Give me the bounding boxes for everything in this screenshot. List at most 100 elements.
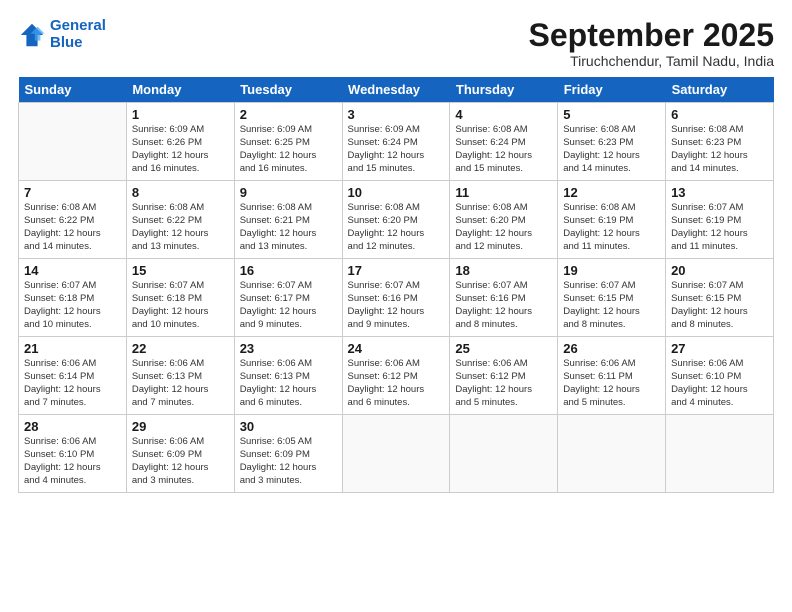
day-cell: 14 Sunrise: 6:07 AM Sunset: 6:18 PM Dayli… — [19, 259, 127, 337]
day-cell: 11 Sunrise: 6:08 AM Sunset: 6:20 PM Dayli… — [450, 181, 558, 259]
day-info: Sunrise: 6:06 AM Sunset: 6:13 PM Dayligh… — [132, 358, 229, 409]
day-info: Sunrise: 6:06 AM Sunset: 6:10 PM Dayligh… — [24, 436, 121, 487]
day-cell: 23Sunrise: 6:06 AM Sunset: 6:13 PM Dayli… — [234, 337, 342, 415]
day-cell: 7 Sunrise: 6:08 AM Sunset: 6:22 PM Daylig… — [19, 181, 127, 259]
day-info: Sunrise: 6:07 AM Sunset: 6:15 PM Dayligh… — [671, 280, 768, 331]
day-info: Sunrise: 6:08 AM Sunset: 6:20 PM Dayligh… — [455, 202, 552, 253]
day-cell: 16 Sunrise: 6:07 AM Sunset: 6:17 PM Dayli… — [234, 259, 342, 337]
day-info: Sunrise: 6:07 AM Sunset: 6:18 PM Dayligh… — [24, 280, 121, 331]
day-number: 23 — [240, 341, 337, 356]
day-number: 5 — [563, 107, 660, 122]
day-cell: 15Sunrise: 6:07 AM Sunset: 6:18 PM Dayli… — [126, 259, 234, 337]
day-cell: 12 Sunrise: 6:08 AM Sunset: 6:19 PM Dayli… — [558, 181, 666, 259]
day-info: Sunrise: 6:06 AM Sunset: 6:12 PM Dayligh… — [455, 358, 552, 409]
col-monday: Monday — [126, 77, 234, 103]
day-info: Sunrise: 6:06 AM Sunset: 6:14 PM Dayligh… — [24, 358, 121, 409]
day-cell: 2Sunrise: 6:09 AM Sunset: 6:25 PM Daylig… — [234, 103, 342, 181]
day-info: Sunrise: 6:08 AM Sunset: 6:22 PM Dayligh… — [132, 202, 229, 253]
day-number: 12 — [563, 185, 660, 200]
day-cell — [558, 415, 666, 493]
day-info: Sunrise: 6:08 AM Sunset: 6:23 PM Dayligh… — [563, 124, 660, 175]
logo-icon — [18, 21, 46, 49]
day-info: Sunrise: 6:07 AM Sunset: 6:16 PM Dayligh… — [348, 280, 445, 331]
day-cell: 5 Sunrise: 6:08 AM Sunset: 6:23 PM Daylig… — [558, 103, 666, 181]
day-number: 30 — [240, 419, 337, 434]
day-number: 11 — [455, 185, 552, 200]
day-info: Sunrise: 6:08 AM Sunset: 6:20 PM Dayligh… — [348, 202, 445, 253]
day-info: Sunrise: 6:07 AM Sunset: 6:16 PM Dayligh… — [455, 280, 552, 331]
day-cell: 4 Sunrise: 6:08 AM Sunset: 6:24 PM Daylig… — [450, 103, 558, 181]
location: Tiruchchendur, Tamil Nadu, India — [529, 53, 774, 69]
day-number: 6 — [671, 107, 768, 122]
col-friday: Friday — [558, 77, 666, 103]
col-tuesday: Tuesday — [234, 77, 342, 103]
day-info: Sunrise: 6:06 AM Sunset: 6:12 PM Dayligh… — [348, 358, 445, 409]
day-cell: 20Sunrise: 6:07 AM Sunset: 6:15 PM Dayli… — [666, 259, 774, 337]
day-number: 25 — [455, 341, 552, 356]
day-cell: 27 Sunrise: 6:06 AM Sunset: 6:10 PM Dayli… — [666, 337, 774, 415]
day-number: 4 — [455, 107, 552, 122]
day-info: Sunrise: 6:09 AM Sunset: 6:24 PM Dayligh… — [348, 124, 445, 175]
day-number: 21 — [24, 341, 121, 356]
day-info: Sunrise: 6:07 AM Sunset: 6:19 PM Dayligh… — [671, 202, 768, 253]
logo-general: General — [50, 17, 106, 34]
col-thursday: Thursday — [450, 77, 558, 103]
day-number: 7 — [24, 185, 121, 200]
day-number: 17 — [348, 263, 445, 278]
day-info: Sunrise: 6:09 AM Sunset: 6:25 PM Dayligh… — [240, 124, 337, 175]
day-info: Sunrise: 6:08 AM Sunset: 6:21 PM Dayligh… — [240, 202, 337, 253]
week-row-3: 14 Sunrise: 6:07 AM Sunset: 6:18 PM Dayli… — [19, 259, 774, 337]
header-row: Sunday Monday Tuesday Wednesday Thursday… — [19, 77, 774, 103]
day-number: 26 — [563, 341, 660, 356]
day-cell: 17 Sunrise: 6:07 AM Sunset: 6:16 PM Dayli… — [342, 259, 450, 337]
logo-text: General Blue — [50, 18, 106, 51]
day-number: 3 — [348, 107, 445, 122]
day-info: Sunrise: 6:07 AM Sunset: 6:15 PM Dayligh… — [563, 280, 660, 331]
day-number: 9 — [240, 185, 337, 200]
day-info: Sunrise: 6:08 AM Sunset: 6:24 PM Dayligh… — [455, 124, 552, 175]
day-cell: 24 Sunrise: 6:06 AM Sunset: 6:12 PM Dayli… — [342, 337, 450, 415]
day-cell: 22 Sunrise: 6:06 AM Sunset: 6:13 PM Dayli… — [126, 337, 234, 415]
day-cell: 26 Sunrise: 6:06 AM Sunset: 6:11 PM Dayli… — [558, 337, 666, 415]
col-sunday: Sunday — [19, 77, 127, 103]
day-cell: 25 Sunrise: 6:06 AM Sunset: 6:12 PM Dayli… — [450, 337, 558, 415]
day-number: 18 — [455, 263, 552, 278]
header: General Blue September 2025 Tiruchchendu… — [18, 18, 774, 69]
day-info: Sunrise: 6:08 AM Sunset: 6:22 PM Dayligh… — [24, 202, 121, 253]
day-info: Sunrise: 6:09 AM Sunset: 6:26 PM Dayligh… — [132, 124, 229, 175]
day-cell: 3 Sunrise: 6:09 AM Sunset: 6:24 PM Daylig… — [342, 103, 450, 181]
day-cell: 30 Sunrise: 6:05 AM Sunset: 6:09 PM Dayli… — [234, 415, 342, 493]
day-info: Sunrise: 6:08 AM Sunset: 6:19 PM Dayligh… — [563, 202, 660, 253]
day-info: Sunrise: 6:05 AM Sunset: 6:09 PM Dayligh… — [240, 436, 337, 487]
day-cell: 21 Sunrise: 6:06 AM Sunset: 6:14 PM Dayli… — [19, 337, 127, 415]
day-cell: 10 Sunrise: 6:08 AM Sunset: 6:20 PM Dayli… — [342, 181, 450, 259]
day-number: 16 — [240, 263, 337, 278]
day-number: 28 — [24, 419, 121, 434]
day-info: Sunrise: 6:06 AM Sunset: 6:09 PM Dayligh… — [132, 436, 229, 487]
day-number: 29 — [132, 419, 229, 434]
logo-blue: Blue — [50, 35, 106, 52]
day-info: Sunrise: 6:06 AM Sunset: 6:11 PM Dayligh… — [563, 358, 660, 409]
day-info: Sunrise: 6:06 AM Sunset: 6:10 PM Dayligh… — [671, 358, 768, 409]
logo: General Blue — [18, 18, 106, 51]
day-number: 27 — [671, 341, 768, 356]
day-number: 10 — [348, 185, 445, 200]
month-title: September 2025 — [529, 18, 774, 53]
day-info: Sunrise: 6:07 AM Sunset: 6:17 PM Dayligh… — [240, 280, 337, 331]
page: General Blue September 2025 Tiruchchendu… — [0, 0, 792, 612]
day-number: 22 — [132, 341, 229, 356]
week-row-5: 28 Sunrise: 6:06 AM Sunset: 6:10 PM Dayli… — [19, 415, 774, 493]
day-cell — [342, 415, 450, 493]
day-cell — [666, 415, 774, 493]
day-number: 15 — [132, 263, 229, 278]
week-row-1: 1 Sunrise: 6:09 AM Sunset: 6:26 PM Daylig… — [19, 103, 774, 181]
day-number: 19 — [563, 263, 660, 278]
day-cell — [450, 415, 558, 493]
day-number: 14 — [24, 263, 121, 278]
day-number: 1 — [132, 107, 229, 122]
day-cell: 18 Sunrise: 6:07 AM Sunset: 6:16 PM Dayli… — [450, 259, 558, 337]
day-cell: 28 Sunrise: 6:06 AM Sunset: 6:10 PM Dayli… — [19, 415, 127, 493]
day-number: 8 — [132, 185, 229, 200]
day-number: 24 — [348, 341, 445, 356]
day-cell: 19 Sunrise: 6:07 AM Sunset: 6:15 PM Dayli… — [558, 259, 666, 337]
